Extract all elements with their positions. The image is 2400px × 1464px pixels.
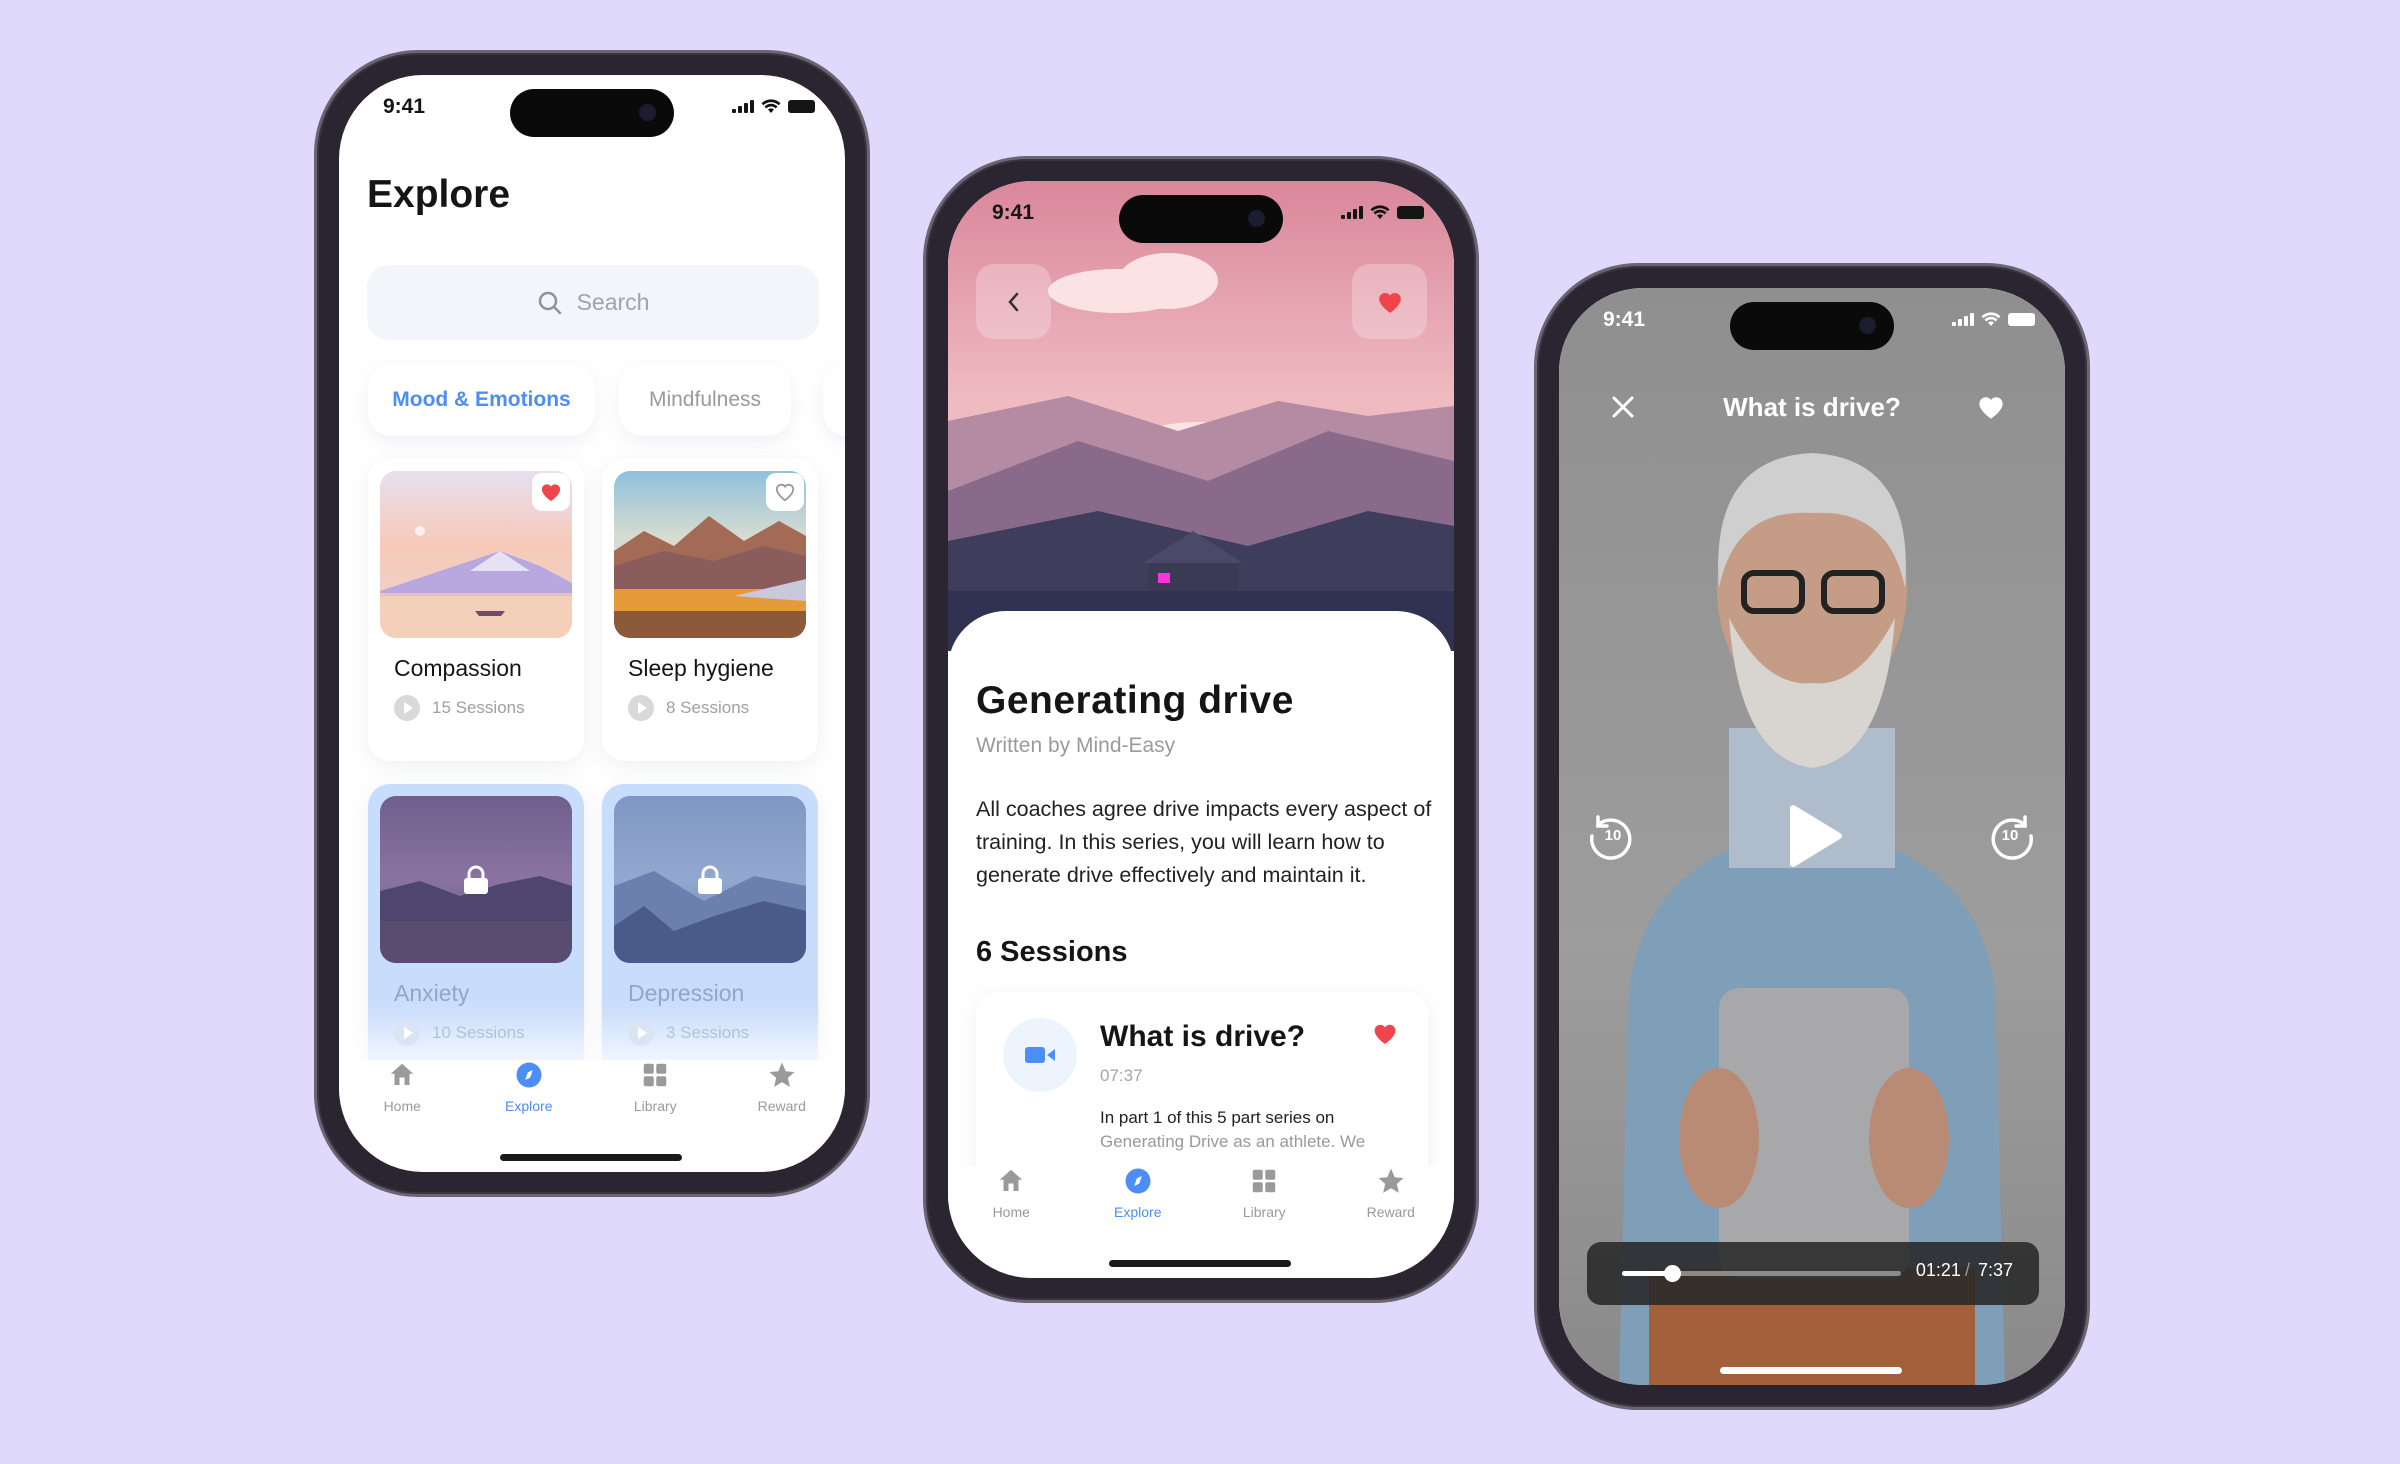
phone-explore: 9:41 Explore Search Mood & Emotions Mind…: [314, 50, 870, 1197]
star-icon: [1378, 1168, 1404, 1193]
tab-reward[interactable]: Reward: [719, 1060, 846, 1140]
session-item[interactable]: What is drive? 07:37 In part 1 of this 5…: [976, 992, 1428, 1192]
hero-illustration: [948, 181, 1454, 651]
heart-filled-icon[interactable]: [1372, 1022, 1398, 1045]
tab-explore[interactable]: Explore: [1075, 1166, 1202, 1246]
wifi-icon: [761, 99, 781, 113]
dynamic-island: [510, 89, 674, 137]
phone-player: 9:41 What is drive? 10 10 01:21/7:37: [1534, 263, 2090, 1410]
compass-icon: [1125, 1168, 1151, 1194]
card-title: Anxiety: [394, 980, 470, 1006]
home-icon: [1000, 1169, 1023, 1191]
lock-icon: [464, 865, 488, 894]
dynamic-island: [1730, 302, 1894, 350]
session-title: What is drive?: [1100, 1020, 1306, 1053]
home-indicator: [1109, 1260, 1291, 1267]
tab-bar: Home Explore Library Reward: [339, 1060, 845, 1140]
home-icon: [391, 1063, 414, 1085]
status-time: 9:41: [992, 201, 1035, 224]
forward-10-button[interactable]: 10: [1987, 811, 2037, 861]
card-sleep-hygiene[interactable]: Sleep hygiene 8 Sessions: [602, 459, 818, 761]
battery-icon: [1397, 206, 1424, 219]
play-icon: [628, 1020, 654, 1046]
favorite-button[interactable]: [1352, 264, 1427, 339]
category-more[interactable]: [823, 364, 845, 436]
sessions-heading: 6 Sessions: [976, 936, 1128, 968]
series-description: All coaches agree drive impacts every as…: [976, 797, 1432, 887]
card-sessions: 15 Sessions: [432, 698, 525, 717]
signal-icon: [732, 100, 754, 113]
card-title: Depression: [628, 980, 745, 1006]
total-time: 7:37: [1977, 1260, 2013, 1280]
page-title: Explore: [367, 173, 511, 216]
card-image: [614, 796, 806, 963]
battery-icon: [2008, 313, 2035, 326]
card-sessions: 8 Sessions: [666, 698, 750, 717]
slider-thumb[interactable]: [1664, 1265, 1682, 1282]
favorite-button[interactable]: [532, 473, 570, 511]
grid-icon: [1253, 1169, 1276, 1193]
tab-bar: Home Explore Library Reward: [948, 1166, 1454, 1246]
heart-filled-icon: [1378, 292, 1401, 313]
card-sessions: 3 Sessions: [666, 1023, 750, 1042]
wifi-icon: [1981, 312, 2001, 326]
category-mindfulness[interactable]: Mindfulness: [619, 364, 791, 436]
session-duration: 07:37: [1100, 1066, 1143, 1085]
search-input[interactable]: Search: [367, 265, 819, 340]
status-time: 9:41: [1603, 308, 1646, 331]
tab-library[interactable]: Library: [1201, 1166, 1328, 1246]
signal-icon: [1952, 313, 1974, 326]
rewind-10-button[interactable]: 10: [1586, 811, 1636, 861]
lock-icon: [698, 865, 722, 894]
player-controls: 01:21/7:37: [1587, 1242, 2039, 1305]
compass-icon: [516, 1062, 542, 1088]
session-description: In part 1 of this 5 part series on Genera…: [1100, 1108, 1366, 1151]
grid-icon: [644, 1063, 667, 1087]
play-icon: [628, 695, 654, 721]
tab-home[interactable]: Home: [339, 1060, 466, 1140]
card-title: Compassion: [394, 655, 522, 681]
player-screen: 9:41 What is drive? 10 10 01:21/7:37: [1559, 288, 2065, 1385]
explore-screen: 9:41 Explore Search Mood & Emotions Mind…: [339, 75, 845, 1172]
heart-outline-icon: [775, 483, 795, 502]
tab-reward[interactable]: Reward: [1328, 1166, 1455, 1246]
series-title: Generating drive: [976, 679, 1294, 722]
card-sessions: 10 Sessions: [432, 1023, 525, 1042]
battery-icon: [788, 100, 815, 113]
phone-detail: 9:41 Generating drive Written by Mind-Ea…: [923, 156, 1479, 1303]
tab-home[interactable]: Home: [948, 1166, 1075, 1246]
video-camera-icon: [1025, 1047, 1055, 1063]
series-author: Written by Mind-Easy: [976, 734, 1176, 757]
category-mood-emotions[interactable]: Mood & Emotions: [368, 364, 595, 436]
play-icon: [394, 695, 420, 721]
search-placeholder: Search: [576, 289, 650, 315]
current-time: 01:21: [1915, 1260, 1961, 1280]
play-icon[interactable]: [1787, 804, 1843, 868]
search-icon: [538, 291, 561, 314]
card-title: Sleep hygiene: [628, 655, 774, 681]
back-button[interactable]: [976, 264, 1051, 339]
wifi-icon: [1370, 205, 1390, 219]
card-image: [380, 796, 572, 963]
chevron-left-icon: [1007, 292, 1018, 311]
heart-filled-icon[interactable]: [1977, 394, 2005, 420]
heart-filled-icon: [541, 484, 561, 502]
dynamic-island: [1119, 195, 1283, 243]
home-indicator: [1720, 1367, 1902, 1374]
status-time: 9:41: [383, 95, 426, 118]
signal-icon: [1341, 206, 1363, 219]
detail-screen: 9:41 Generating drive Written by Mind-Ea…: [948, 181, 1454, 1278]
tab-library[interactable]: Library: [592, 1060, 719, 1140]
card-compassion[interactable]: Compassion 15 Sessions: [368, 459, 584, 761]
home-indicator: [500, 1154, 682, 1161]
progress-slider[interactable]: [1622, 1265, 1901, 1282]
star-icon: [769, 1062, 795, 1087]
play-icon: [394, 1020, 420, 1046]
tab-explore[interactable]: Explore: [466, 1060, 593, 1140]
favorite-button[interactable]: [766, 473, 804, 511]
